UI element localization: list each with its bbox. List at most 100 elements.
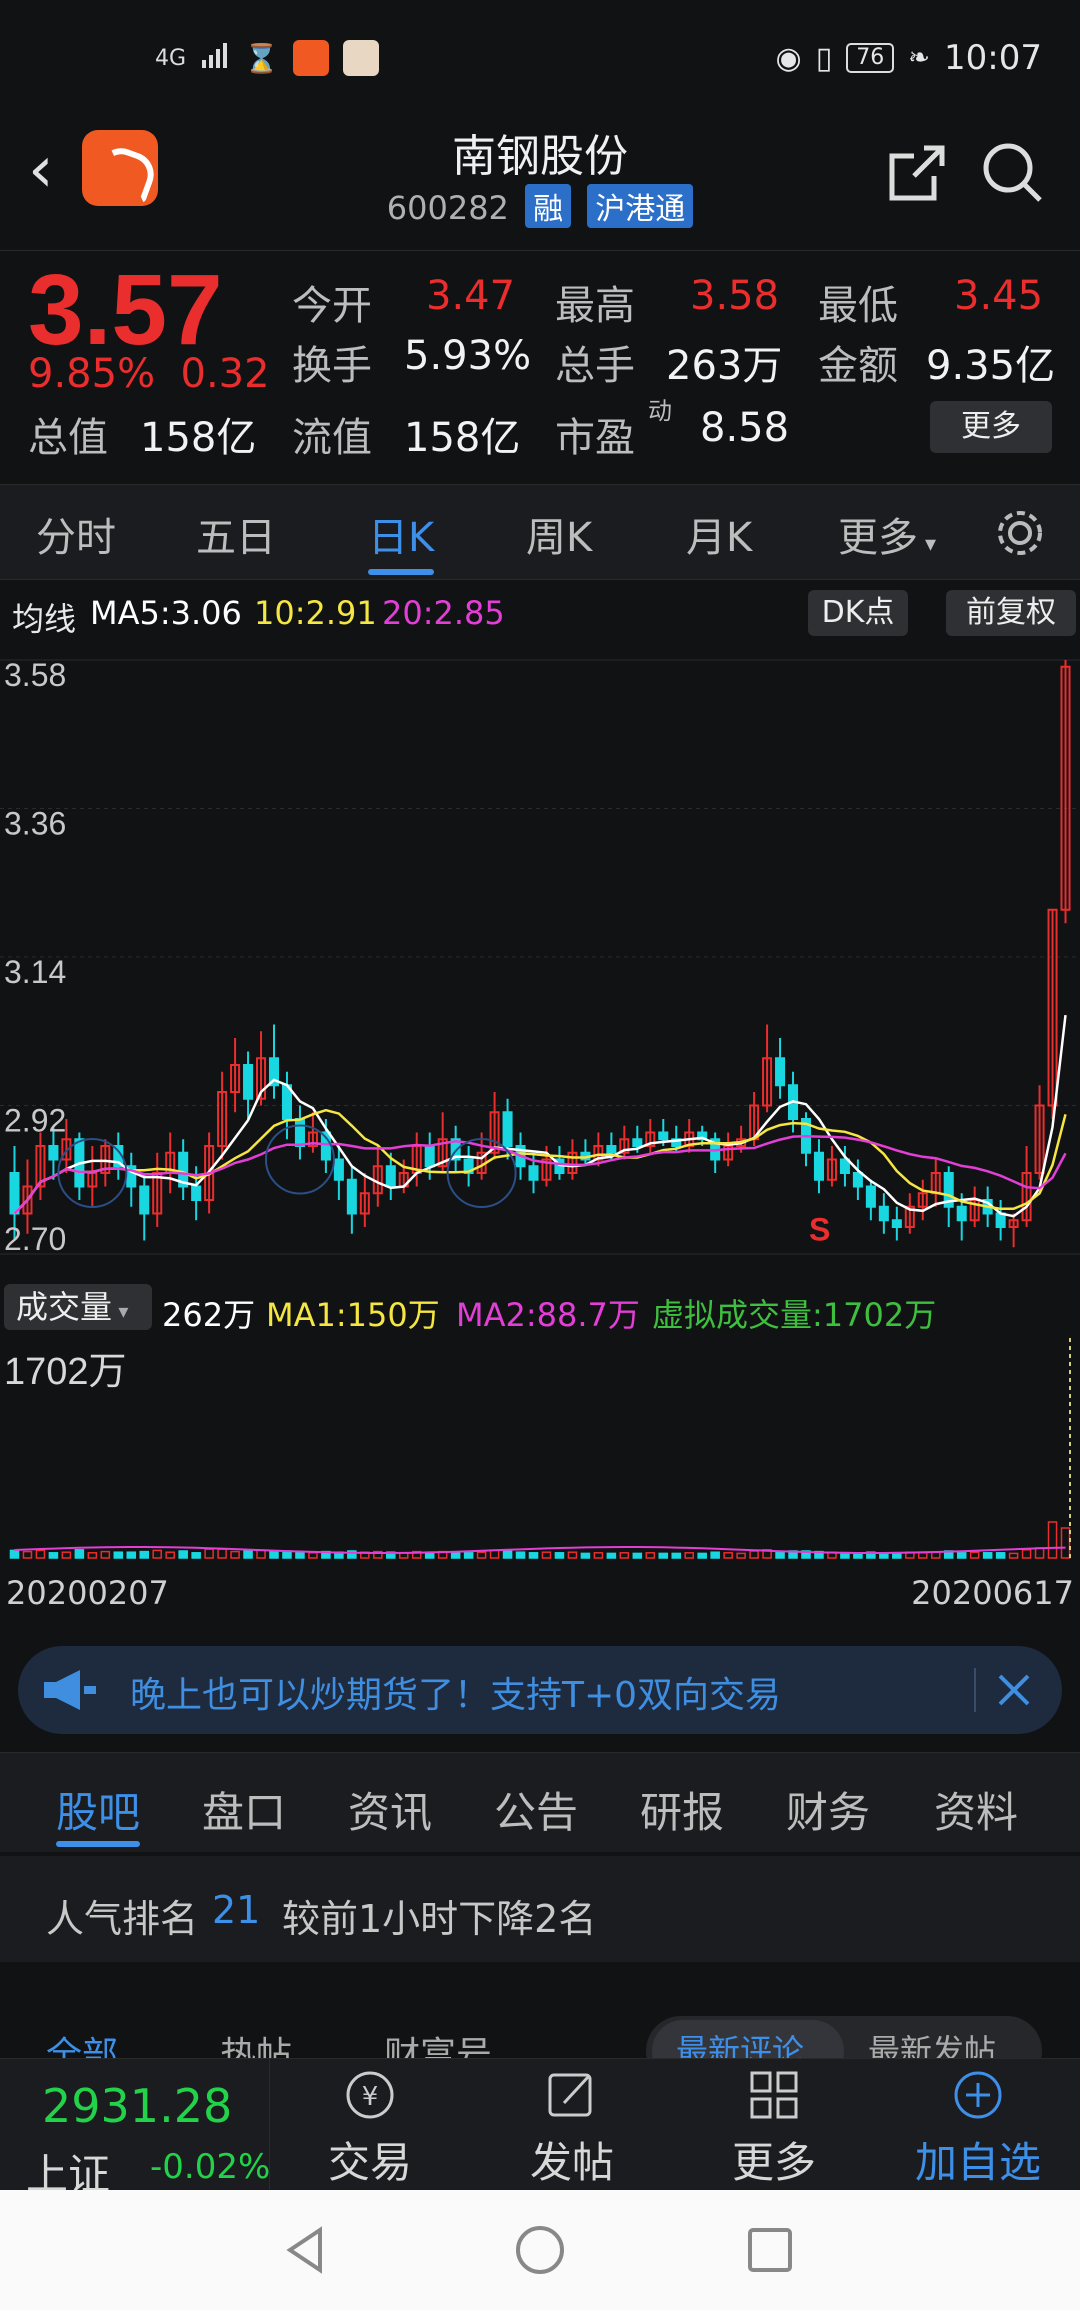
filter-all[interactable]: 全部 [46, 2026, 118, 2058]
volume-bar-down [554, 1552, 565, 1559]
volume-bar-up [100, 1550, 111, 1559]
volume-bar-up [918, 1552, 928, 1559]
period-tabs: 分时 五日 日K 周K 月K 更多 ▾ [0, 484, 1080, 580]
indicator-selector[interactable]: 成交量 ▾ [4, 1284, 152, 1330]
volume-bar-up [723, 1552, 733, 1559]
trade-button[interactable]: ¥ 交易 [310, 2067, 430, 2190]
volume-chart[interactable]: 1702万 [0, 1338, 1080, 1568]
svg-text:¥: ¥ [362, 2082, 379, 2112]
nav-back-icon[interactable] [280, 2224, 332, 2276]
index-value: 2931.28 [42, 2079, 233, 2133]
filter-fortune[interactable]: 财富号 [384, 2026, 492, 2058]
low-label: 最低 [818, 283, 898, 329]
volume-bar-up [476, 1551, 487, 1559]
promo-banner[interactable]: 晚上也可以炒期货了！支持T+0双向交易 [18, 1646, 1062, 1734]
rank-number: 21 [212, 1888, 261, 1932]
ma-lines-group [13, 1014, 1067, 1218]
candles-group [9, 660, 1071, 1248]
candle-down [139, 1185, 150, 1215]
sort-latest-comment[interactable]: 最新评论 [676, 2026, 804, 2058]
candle-down [48, 1145, 59, 1161]
tab-profile[interactable]: 资料 [934, 1779, 1018, 1840]
eye-icon: ◉ [775, 40, 802, 76]
tab-news[interactable]: 资讯 [348, 1779, 432, 1840]
volume-bar-down [113, 1551, 124, 1559]
tab-more-periods[interactable]: 更多 ▾ [838, 505, 936, 563]
tab-orderbook[interactable]: 盘口 [202, 1779, 286, 1840]
trade-yen-icon: ¥ [346, 2071, 394, 2119]
dk-point-button[interactable]: DK点 [808, 590, 908, 636]
volume-bar-up [930, 1551, 941, 1559]
search-icon[interactable] [980, 140, 1046, 206]
ma5-line [13, 1014, 1067, 1218]
volume-bar-down [9, 1549, 20, 1559]
volume-bar-down [710, 1551, 720, 1559]
nav-home-icon[interactable] [514, 2224, 566, 2276]
volume-bar-up [619, 1552, 630, 1559]
volume-bar-up [593, 1552, 604, 1559]
candle-down [865, 1185, 876, 1208]
battery-indicator: 76 [846, 43, 895, 73]
volume-bar-up [541, 1551, 552, 1559]
volume-bar-up [1060, 1527, 1071, 1559]
volume-bar-down [269, 1550, 279, 1559]
volume-bar-down [139, 1550, 150, 1559]
volume-bar-down [450, 1551, 461, 1559]
tab-finance[interactable]: 财务 [786, 1779, 870, 1840]
volume-bar-down [243, 1550, 253, 1559]
tab-weekly-k[interactable]: 周K [526, 505, 592, 563]
edit-icon [548, 2073, 592, 2117]
add-watchlist-button[interactable]: 加自选 [898, 2067, 1058, 2190]
index-widget[interactable]: 2931.28 上证 -0.02% [0, 2059, 270, 2199]
post-button[interactable]: 发帖 [512, 2067, 632, 2190]
tab-announcements[interactable]: 公告 [494, 1779, 578, 1840]
more-button[interactable]: 更多 [714, 2067, 834, 2190]
amount-value: 9.35亿 [926, 343, 1056, 389]
volume-bar-up [1034, 1547, 1045, 1559]
volume-bar-down [671, 1552, 682, 1559]
volume-current: 262万 [162, 1296, 256, 1334]
tab-monthly-k[interactable]: 月K [686, 505, 752, 563]
candle-down [658, 1131, 669, 1141]
volume-value: 263万 [666, 343, 783, 389]
volume-bar-up [204, 1548, 214, 1559]
y-tick-label: 2.70 [4, 1221, 66, 1257]
candlestick-chart[interactable]: 3.58 3.36 3.14 2.92 2.70 S [0, 644, 1080, 1276]
close-icon[interactable] [990, 1666, 1038, 1714]
share-icon[interactable] [884, 140, 950, 206]
tab-intraday[interactable]: 分时 [36, 505, 116, 563]
rank-change-text: 较前1小时下降2名 [282, 1897, 597, 1941]
tab-guba[interactable]: 股吧 [56, 1779, 141, 1847]
adjust-button[interactable]: 前复权 [946, 590, 1076, 636]
y-tick-label: 3.58 [4, 657, 66, 693]
nav-recents-icon[interactable] [746, 2226, 794, 2274]
amount-label: 金额 [818, 343, 898, 389]
turnover-label: 换手 [292, 343, 372, 389]
sort-latest-post[interactable]: 最新发帖 [868, 2026, 996, 2058]
ma5-value: MA5:3.06 [90, 594, 242, 632]
price-change: 9.85% 0.32 [28, 351, 270, 397]
float-label: 流值 [292, 415, 372, 461]
tab-research[interactable]: 研报 [640, 1779, 724, 1840]
volume-bar-down [463, 1552, 474, 1559]
mktcap-value: 158亿 [140, 415, 257, 461]
popularity-rank[interactable]: 人气排名 21 较前1小时下降2名 [0, 1856, 1080, 1962]
back-button[interactable]: ‹ [28, 138, 54, 202]
tab-five-day[interactable]: 五日 [196, 505, 276, 563]
filter-hot[interactable]: 热帖 [220, 2026, 292, 2058]
ma20-line [13, 1134, 1067, 1215]
volume-bar-down [982, 1552, 993, 1559]
date-start: 20200207 [6, 1574, 169, 1612]
app-logo-icon [82, 130, 158, 206]
candle-down [333, 1158, 344, 1181]
tab-daily-k[interactable]: 日K [368, 505, 435, 575]
open-label: 今开 [292, 283, 372, 329]
ma-legend-bar: 均线 MA5:3.06 10:2.91 20:2.85 DK点 前复权 [0, 582, 1080, 644]
plus-circle-icon [954, 2071, 1002, 2119]
indicator-selector-label: 成交量 [16, 1288, 113, 1326]
divider [974, 1668, 976, 1712]
app-notification-icon-2 [342, 40, 379, 76]
app-notification-icon [292, 40, 329, 76]
settings-gear-icon[interactable] [992, 505, 1048, 561]
more-quote-button[interactable]: 更多 [930, 401, 1052, 453]
